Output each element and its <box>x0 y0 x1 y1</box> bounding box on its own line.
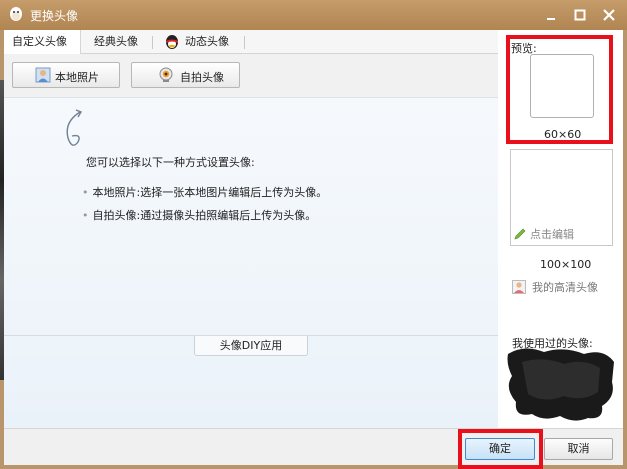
webcam-icon <box>159 67 173 82</box>
window-title: 更换头像 <box>30 9 79 23</box>
bullet-local-photo: • 本地照片:选择一张本地图片编辑后上传为头像。 <box>82 184 327 200</box>
preview-100-size: 100×100 <box>540 258 592 271</box>
curly-arrow-icon <box>66 109 83 146</box>
bullet-text: 自拍头像:通过摄像头拍照编辑后上传为头像。 <box>92 209 317 222</box>
bullet-text: 本地照片:选择一张本地图片编辑后上传为头像。 <box>92 186 328 199</box>
tab-divider <box>244 36 245 49</box>
minimize-icon[interactable] <box>543 7 559 23</box>
hd-avatar-link[interactable]: 我的高清头像 <box>512 279 598 295</box>
redacted-avatars <box>507 348 614 421</box>
ok-highlight-box <box>458 429 543 469</box>
tab-bar: 自定义头像 经典头像 动态头像 <box>4 30 498 55</box>
tab-divider <box>152 36 153 49</box>
content-area: 您可以选择以下一种方式设置头像: • 本地照片:选择一张本地图片编辑后上传为头像。… <box>4 98 498 428</box>
user-avatar-icon <box>512 280 526 294</box>
title-bar: 更换头像 <box>0 0 627 30</box>
tab-label: 经典头像 <box>94 35 138 48</box>
button-label: 本地照片 <box>55 71 99 84</box>
tab-custom-avatar[interactable]: 自定义头像 <box>4 30 81 55</box>
click-edit-link[interactable]: 点击编辑 <box>514 226 574 242</box>
person-photo-icon <box>35 67 51 83</box>
tab-animated-avatar[interactable]: 动态头像 <box>162 30 231 54</box>
edit-label: 点击编辑 <box>530 228 574 241</box>
button-label: 自拍头像 <box>180 71 224 84</box>
selfie-button[interactable]: 自拍头像 <box>131 62 240 88</box>
maximize-icon[interactable] <box>572 7 588 23</box>
qq-penguin-icon <box>10 7 22 21</box>
bullet-dot: • <box>82 186 89 199</box>
pencil-icon <box>514 228 526 240</box>
bullet-selfie: • 自拍头像:通过摄像头拍照编辑后上传为头像。 <box>82 207 316 223</box>
preview-highlight-box <box>506 35 613 144</box>
bullet-dot: • <box>82 209 89 222</box>
tab-classic-avatar[interactable]: 经典头像 <box>92 30 140 54</box>
tab-label: 动态头像 <box>185 35 229 48</box>
avatar-diy-app-tab[interactable]: 头像DIY应用 <box>194 336 308 356</box>
hd-label: 我的高清头像 <box>532 281 598 294</box>
intro-text: 您可以选择以下一种方式设置头像: <box>86 156 255 169</box>
penguin-animated-icon <box>166 35 178 49</box>
tab-label: 自定义头像 <box>12 35 67 48</box>
local-photo-button[interactable]: 本地照片 <box>12 62 120 88</box>
toolbar: 本地照片 自拍头像 <box>4 54 498 98</box>
cancel-button[interactable]: 取消 <box>544 438 613 460</box>
close-icon[interactable] <box>601 7 617 23</box>
